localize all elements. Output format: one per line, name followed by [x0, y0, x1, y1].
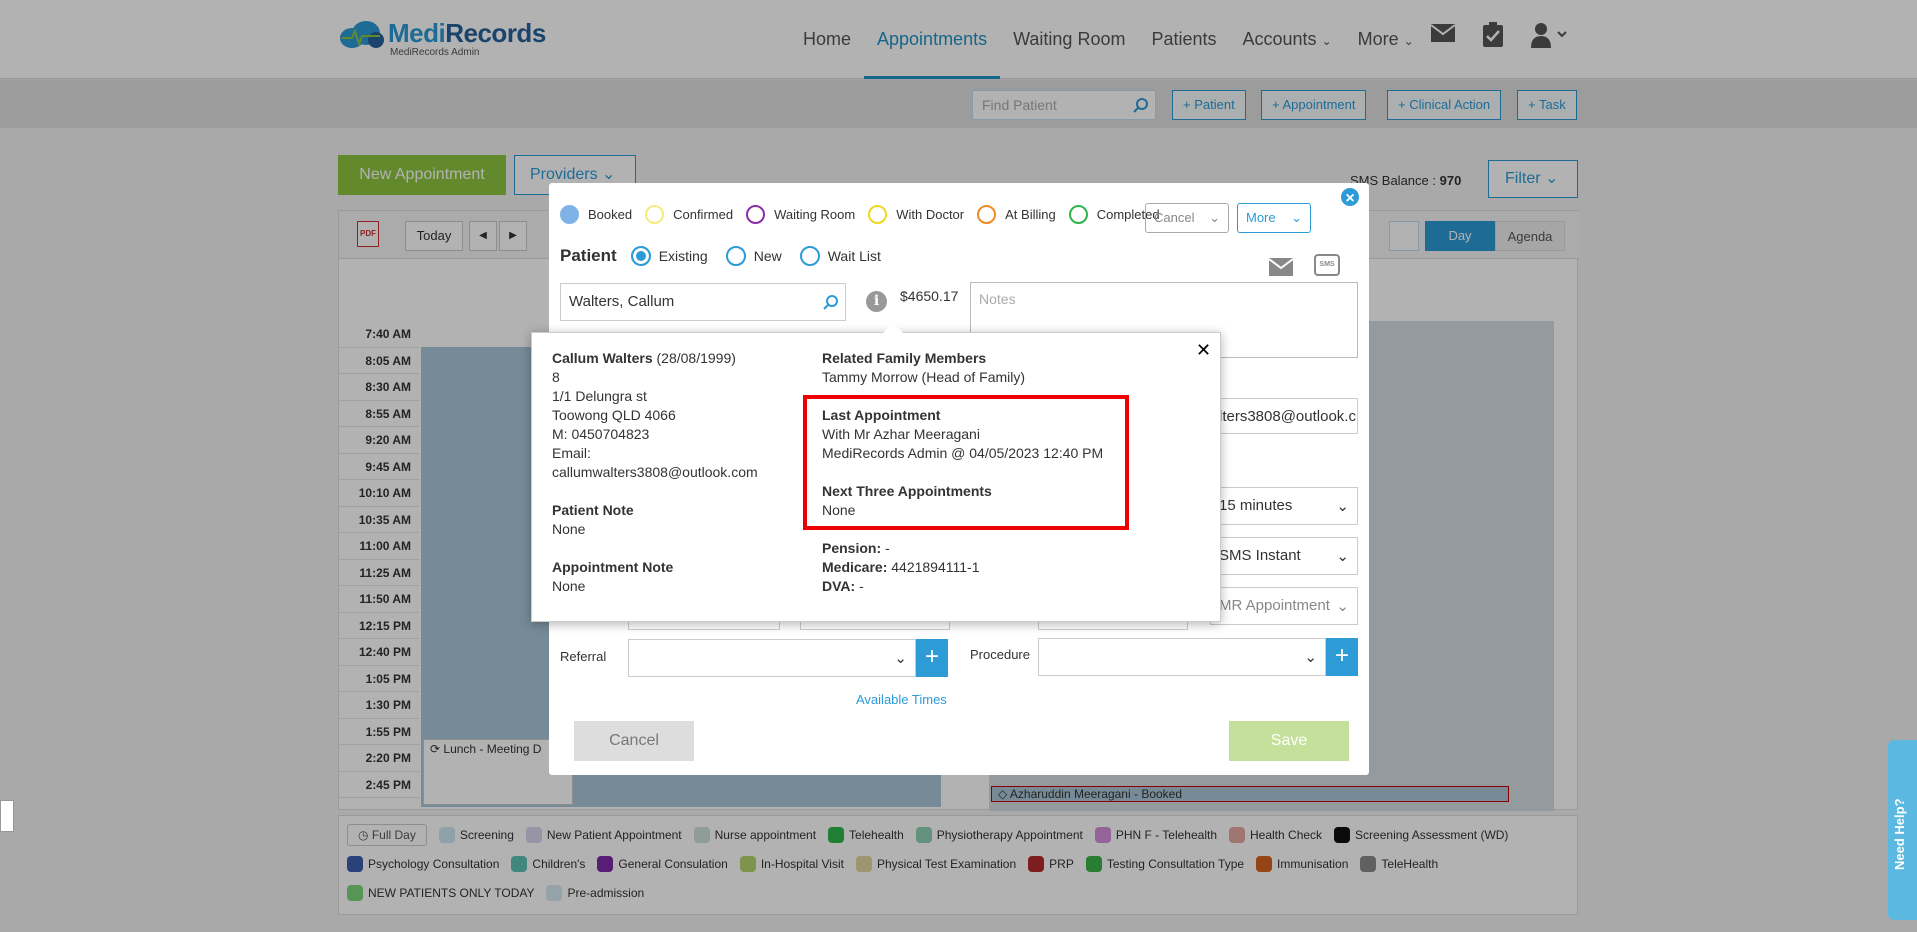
radio-icon — [799, 246, 820, 266]
patient-existing-radio[interactable]: Existing — [630, 246, 708, 266]
address-line: Toowong QLD 4066 — [552, 407, 676, 423]
highlight-annotation-box — [803, 395, 1129, 530]
status-option-with-doctor[interactable]: With Doctor — [868, 205, 964, 224]
patient-waitlist-radio[interactable]: Wait List — [799, 246, 881, 266]
search-icon[interactable] — [823, 294, 839, 310]
radio-icon — [725, 246, 746, 266]
status-label: Waiting Room — [774, 207, 856, 222]
chevron-down-icon: ⌄ — [1209, 210, 1220, 225]
close-modal-icon[interactable]: × — [1339, 186, 1361, 208]
referral-label: Referral — [560, 649, 607, 664]
patient-new-radio[interactable]: New — [725, 246, 782, 266]
appointment-note-title: Appointment Note — [552, 559, 674, 575]
status-option-waiting-room[interactable]: Waiting Room — [746, 205, 855, 224]
add-procedure-button[interactable]: + — [1326, 638, 1358, 676]
status-option-confirmed[interactable]: Confirmed — [645, 205, 733, 224]
side-widget-handle[interactable] — [0, 800, 14, 832]
chevron-down-icon: ⌄ — [1336, 598, 1349, 615]
status-label: Confirmed — [673, 207, 734, 222]
status-circle-icon — [868, 205, 888, 224]
cancel-button[interactable]: Cancel — [574, 721, 694, 761]
save-button[interactable]: Save — [1229, 721, 1349, 761]
status-circle-icon — [746, 205, 766, 224]
patient-note-title: Patient Note — [552, 502, 634, 518]
status-option-at-billing[interactable]: At Billing — [977, 205, 1056, 224]
status-circle-icon — [645, 205, 665, 224]
status-circle-icon — [560, 205, 579, 224]
patient-balance: $4650.17 — [900, 288, 959, 304]
family-title: Related Family Members — [822, 350, 987, 366]
email-label: Email: — [552, 445, 591, 461]
chevron-down-icon: ⌄ — [1304, 649, 1317, 666]
patient-search-input[interactable]: Walters, Callum — [560, 283, 846, 321]
chevron-down-icon: ⌄ — [1291, 210, 1302, 225]
procedure-select[interactable]: ⌄ — [1038, 638, 1326, 676]
dva-line: DVA: - — [822, 578, 864, 594]
close-popup-icon[interactable]: ✕ — [1196, 341, 1211, 360]
pension-line: Pension: - — [822, 540, 890, 556]
duration-select[interactable]: 15 minutes ⌄ — [1210, 487, 1358, 525]
appointment-note-value: None — [552, 578, 586, 594]
email-patient-icon[interactable] — [1268, 257, 1294, 277]
patient-name-line: Callum Walters (28/08/1999) — [552, 350, 736, 366]
chevron-down-icon: ⌄ — [1336, 498, 1349, 515]
email-field[interactable]: lters3808@outlook.c — [1210, 398, 1358, 434]
status-label: Booked — [588, 207, 633, 222]
patient-note-value: None — [552, 521, 586, 537]
status-option-booked[interactable]: Booked — [560, 205, 632, 224]
referral-select[interactable]: ⌄ — [628, 639, 916, 677]
appointment-type-select[interactable]: MR Appointment ⌄ — [1210, 587, 1358, 625]
family-value: Tammy Morrow (Head of Family) — [822, 369, 1026, 385]
status-circle-icon — [977, 205, 997, 224]
medicare-line: Medicare: 4421894111-1 — [822, 559, 980, 575]
chevron-down-icon: ⌄ — [894, 650, 907, 667]
status-label: With Doctor — [896, 207, 965, 222]
chevron-down-icon: ⌄ — [1336, 548, 1349, 565]
patient-label: Patient — [560, 246, 617, 265]
address-line: 8 — [552, 369, 560, 385]
procedure-label: Procedure — [970, 647, 1030, 662]
radio-selected-icon — [630, 246, 651, 266]
cancel-dropdown[interactable]: Cancel ⌄ — [1145, 203, 1229, 233]
status-circle-icon — [1068, 205, 1088, 224]
reminder-select[interactable]: SMS Instant ⌄ — [1210, 537, 1358, 575]
sms-patient-icon[interactable]: SMS — [1314, 254, 1340, 276]
status-label: At Billing — [1005, 207, 1056, 222]
add-referral-button[interactable]: + — [916, 639, 948, 677]
more-dropdown[interactable]: More ⌄ — [1237, 203, 1311, 233]
patient-type-row: Patient Existing New Wait List — [560, 246, 899, 266]
status-selector: Booked Confirmed Waiting Room With Doctor At… — [560, 205, 1173, 224]
need-help-tab[interactable]: Need Help? — [1888, 740, 1917, 920]
available-times-link[interactable]: Available Times — [856, 692, 947, 707]
mobile-line: M: 0450704823 — [552, 426, 650, 442]
patient-info-icon[interactable]: i — [866, 291, 887, 312]
email-value: callumwalters3808@outlook.com — [552, 464, 758, 480]
address-line: 1/1 Delungra st — [552, 388, 647, 404]
